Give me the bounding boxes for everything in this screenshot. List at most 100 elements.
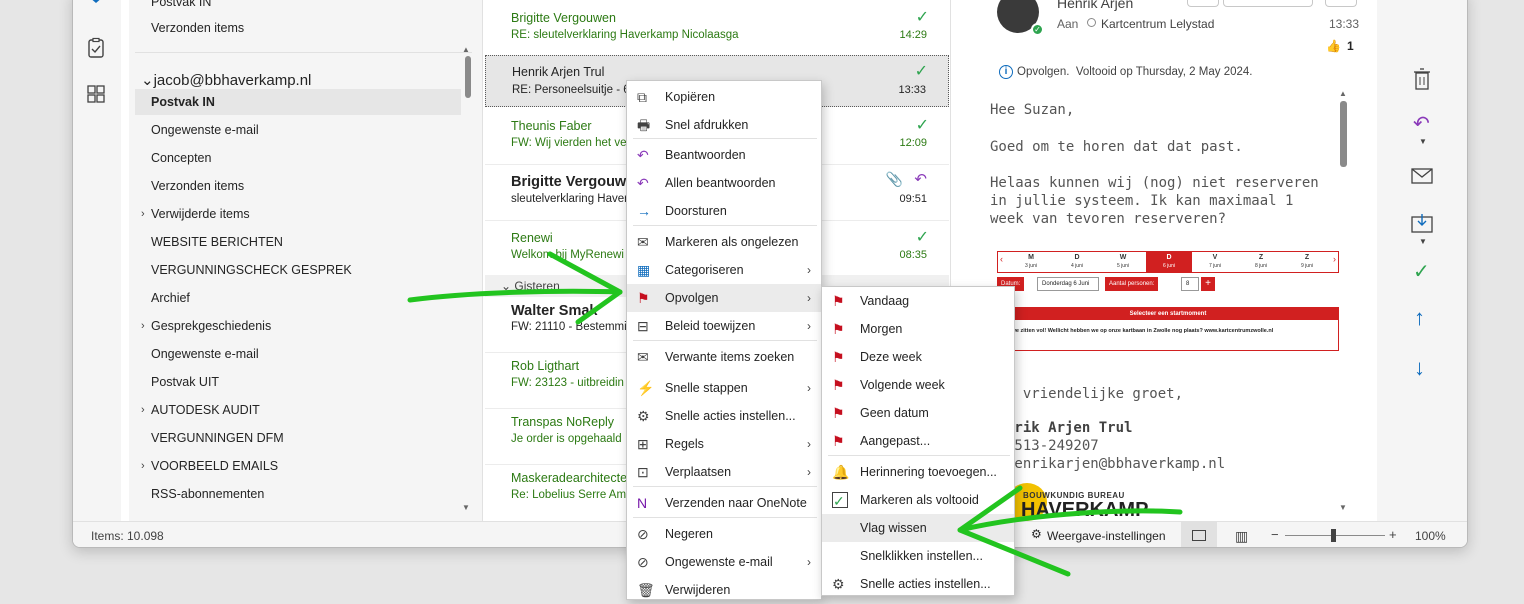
folder-item[interactable]: WEBSITE BERICHTEN (151, 229, 283, 255)
followup-option[interactable]: ⚑ Morgen (822, 315, 1014, 343)
mail-icon[interactable] (1411, 167, 1433, 185)
context-menu-item[interactable]: ▦ Categoriseren › (627, 256, 821, 284)
folder-item[interactable]: Postvak UIT (151, 369, 219, 395)
context-menu-item[interactable]: ↶ Allen beantwoorden (627, 169, 821, 197)
menu-separator (633, 517, 817, 518)
reply-actions-button[interactable] (1223, 0, 1313, 7)
followup-option[interactable]: ⚑ Deze week (822, 343, 1014, 371)
folder-item[interactable]: Verzonden items (151, 15, 244, 41)
flag-complete-icon[interactable]: ✓ (916, 7, 929, 27)
folder-item[interactable]: › VOORBEELD EMAILS (141, 453, 278, 479)
mail-row[interactable]: Brigitte Vergouwen RE: sleutelverklaring… (485, 1, 949, 57)
scroll-up-icon[interactable]: ▲ (462, 45, 470, 54)
chevron-right-icon[interactable]: › (141, 313, 145, 339)
context-menu-item[interactable]: ✉ Verwante items zoeken (627, 343, 821, 371)
context-menu-item[interactable]: ✉ Markeren als ongelezen (627, 228, 821, 256)
account-header[interactable]: ⌄jacob@bbhaverkamp.nl (141, 71, 311, 89)
folder-item[interactable]: › Verwijderde items (141, 201, 250, 227)
context-menu-label: Beleid toewijzen (665, 319, 756, 333)
todo-icon[interactable] (85, 0, 107, 11)
chevron-right-icon[interactable]: › (141, 397, 145, 423)
arrow-down-icon[interactable]: ↓ (1414, 355, 1425, 381)
context-menu-item[interactable]: 🖶 Snel afdrukken (627, 111, 821, 139)
chevron-down-icon[interactable]: ▼ (1419, 237, 1427, 246)
folder-item[interactable]: Archief (151, 285, 190, 311)
startmoment-header: Selecteer een startmoment (998, 308, 1338, 320)
folder-item[interactable]: Concepten (151, 145, 211, 171)
mark-complete-icon[interactable]: ✓ (1413, 259, 1430, 284)
delete-icon[interactable] (1411, 67, 1433, 91)
context-menu-label: Opvolgen (665, 291, 719, 305)
context-menu-item[interactable]: ⊘ Negeren (627, 520, 821, 548)
arrow-up-icon[interactable]: ↑ (1414, 305, 1425, 331)
flag-complete-icon[interactable]: ✓ (915, 61, 928, 81)
context-menu-item[interactable]: ⊟ Beleid toewijzen › (627, 312, 821, 340)
gear-icon[interactable]: ⚙ (1031, 527, 1042, 541)
tasks-icon[interactable] (85, 37, 107, 59)
context-menu-item[interactable]: ↶ Beantwoorden (627, 141, 821, 169)
reading-scrollbar-thumb[interactable] (1340, 101, 1347, 167)
context-menu-item[interactable]: ⧉ Kopiëren (627, 83, 821, 111)
context-menu-item[interactable]: 🗑 Verwijderen (627, 576, 821, 604)
mail-time: 09:51 (899, 193, 927, 205)
folder-scrollbar-thumb[interactable] (465, 56, 471, 98)
zoom-level[interactable]: 100% (1415, 529, 1446, 543)
followup-option[interactable]: ⚑ Aangepast... (822, 427, 1014, 455)
folder-item[interactable]: Ongewenste e-mail (151, 341, 259, 367)
context-menu-item[interactable]: ⚡ Snelle stappen › (627, 374, 821, 402)
recipient-name[interactable]: Kartcentrum Lelystad (1101, 17, 1214, 31)
scroll-up-icon[interactable]: ▲ (1339, 89, 1347, 98)
mail-sender: Theunis Faber (511, 119, 592, 133)
mail-sender: Henrik Arjen Trul (512, 65, 605, 79)
view-settings-button[interactable]: Weergave-instellingen (1047, 529, 1166, 543)
context-menu-item[interactable]: N Verzenden naar OneNote (627, 489, 821, 517)
reply-icon[interactable]: ↶ (1413, 111, 1430, 136)
chevron-right-icon[interactable]: › (141, 201, 145, 227)
context-menu-item[interactable]: ⊡ Verplaatsen › (627, 458, 821, 486)
context-menu-item[interactable]: ⚙ Snelle acties instellen... (627, 402, 821, 430)
move-to-folder-icon[interactable] (1411, 213, 1433, 233)
folder-item[interactable]: Postvak IN (135, 89, 461, 115)
folder-item[interactable]: Ongewenste e-mail (151, 117, 259, 143)
folder-item[interactable]: › Gesprekgeschiedenis (141, 313, 271, 339)
flag-complete-icon[interactable]: ✓ (916, 115, 929, 135)
flag-complete-icon[interactable]: ✓ (916, 227, 929, 247)
reaction-count: 1 (1347, 39, 1354, 53)
chevron-right-icon[interactable]: › (141, 453, 145, 479)
apps-icon[interactable] (85, 83, 107, 105)
followup-option[interactable]: ⚑ Vandaag (822, 287, 1014, 315)
context-menu-item[interactable]: ⊞ Regels › (627, 430, 821, 458)
reading-view-icon[interactable]: ▥ (1235, 528, 1248, 545)
folder-item[interactable]: Verzonden items (151, 173, 244, 199)
followup-option[interactable]: ⚑ Volgende week (822, 371, 1014, 399)
folder-item[interactable]: VERGUNNINGSCHECK GESPREK (151, 257, 352, 283)
context-menu-item[interactable]: ⊘ Ongewenste e-mail › (627, 548, 821, 576)
normal-view-button[interactable] (1181, 522, 1217, 547)
policy-icon: ⊟ (637, 318, 649, 334)
more-actions-button[interactable] (1325, 0, 1357, 7)
followup-option[interactable]: ⚙ Snelle acties instellen... (822, 570, 1014, 598)
followup-option[interactable]: Vlag wissen (822, 514, 1014, 542)
followup-option[interactable]: 🔔 Herinnering toevoegen... (822, 458, 1014, 486)
folder-item[interactable]: VERGUNNINGEN DFM (151, 425, 284, 451)
followup-option[interactable]: ✓ Markeren als voltooid (822, 486, 1014, 514)
scroll-down-icon[interactable]: ▼ (462, 503, 470, 512)
context-menu-label: Kopiëren (665, 90, 716, 104)
context-menu-item[interactable]: → Doorsturen (627, 197, 821, 225)
emoji-react-button[interactable] (1187, 0, 1219, 7)
folder-item[interactable]: › AUTODESK AUDIT (141, 397, 260, 423)
followup-option[interactable]: ⚑ Geen datum (822, 399, 1014, 427)
zoom-out-icon[interactable]: − (1271, 527, 1279, 542)
mail-sender: Renewi (511, 231, 553, 245)
followup-option-label: Volgende week (860, 378, 945, 392)
day-letter: Z (1304, 254, 1310, 261)
followup-option[interactable]: Snelklikken instellen... (822, 542, 1014, 570)
folder-label: Verwijderde items (151, 207, 250, 221)
context-menu-item[interactable]: ⚑ Opvolgen › (627, 284, 821, 312)
folder-item[interactable]: Postvak IN (151, 0, 211, 15)
zoom-slider-thumb[interactable] (1331, 529, 1336, 542)
chevron-down-icon[interactable]: ▼ (1419, 137, 1427, 146)
folder-item[interactable]: RSS-abonnementen (151, 481, 264, 507)
zoom-in-icon[interactable]: + (1389, 527, 1397, 542)
scroll-down-icon[interactable]: ▼ (1339, 503, 1347, 512)
